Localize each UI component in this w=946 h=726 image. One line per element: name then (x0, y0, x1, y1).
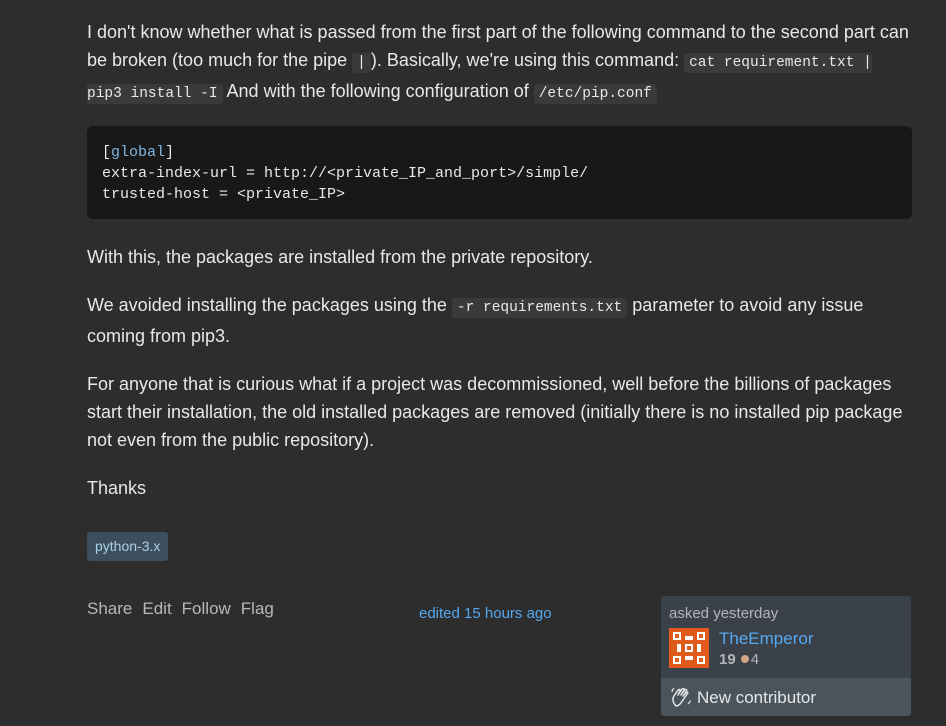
new-contributor-label: New contributor (697, 688, 817, 707)
code-line: trusted-host = <private_IP> (102, 186, 346, 203)
flag-link[interactable]: Flag (241, 599, 274, 619)
bronze-badge-icon (740, 655, 749, 663)
avatar[interactable] (669, 628, 709, 668)
code-keyword: global (111, 144, 166, 161)
identicon-icon (669, 628, 709, 668)
user-card: asked yesterday TheEmperor 19 4 New cont… (661, 596, 911, 716)
text: ). Basically, we're using this command: (370, 50, 685, 70)
code-line: extra-index-url = http://<private_IP_and… (102, 165, 589, 182)
post-menu: Share Edit Follow Flag (87, 599, 274, 619)
code-text: [ (102, 144, 112, 161)
inline-code-pipe: | (352, 53, 371, 73)
inline-code-param: -r requirements.txt (451, 298, 628, 318)
question-body: I don't know whether what is passed from… (87, 18, 912, 502)
inline-code-conf: /etc/pip.conf (533, 84, 657, 104)
new-contributor-banner[interactable]: New contributor (661, 678, 911, 716)
text: And with the following configuration of (222, 81, 534, 101)
reputation-score: 19 (719, 651, 736, 668)
text: We avoided installing the packages using… (87, 295, 452, 315)
bronze-badge-count: 4 (750, 651, 760, 668)
reputation: 19 4 (719, 651, 759, 668)
code-block: [global] extra-index-url = http://<priva… (87, 126, 912, 219)
edit-link[interactable]: Edit (142, 599, 171, 619)
paragraph-3: We avoided installing the packages using… (87, 291, 912, 350)
paragraph-1: I don't know whether what is passed from… (87, 18, 912, 108)
follow-link[interactable]: Follow (182, 599, 231, 619)
paragraph-5: Thanks (87, 478, 147, 498)
wave-hand-icon (671, 687, 692, 707)
code-text: ] (165, 144, 175, 161)
paragraph-2: With this, the packages are installed fr… (87, 247, 593, 267)
asked-time: asked yesterday (669, 605, 779, 622)
tag-python[interactable]: python-3.x (87, 532, 169, 561)
paragraph-4: For anyone that is curious what if a pro… (87, 374, 903, 450)
share-link[interactable]: Share (87, 599, 132, 619)
edited-link[interactable]: edited 15 hours ago (419, 605, 552, 622)
username-link[interactable]: TheEmperor (719, 629, 813, 649)
